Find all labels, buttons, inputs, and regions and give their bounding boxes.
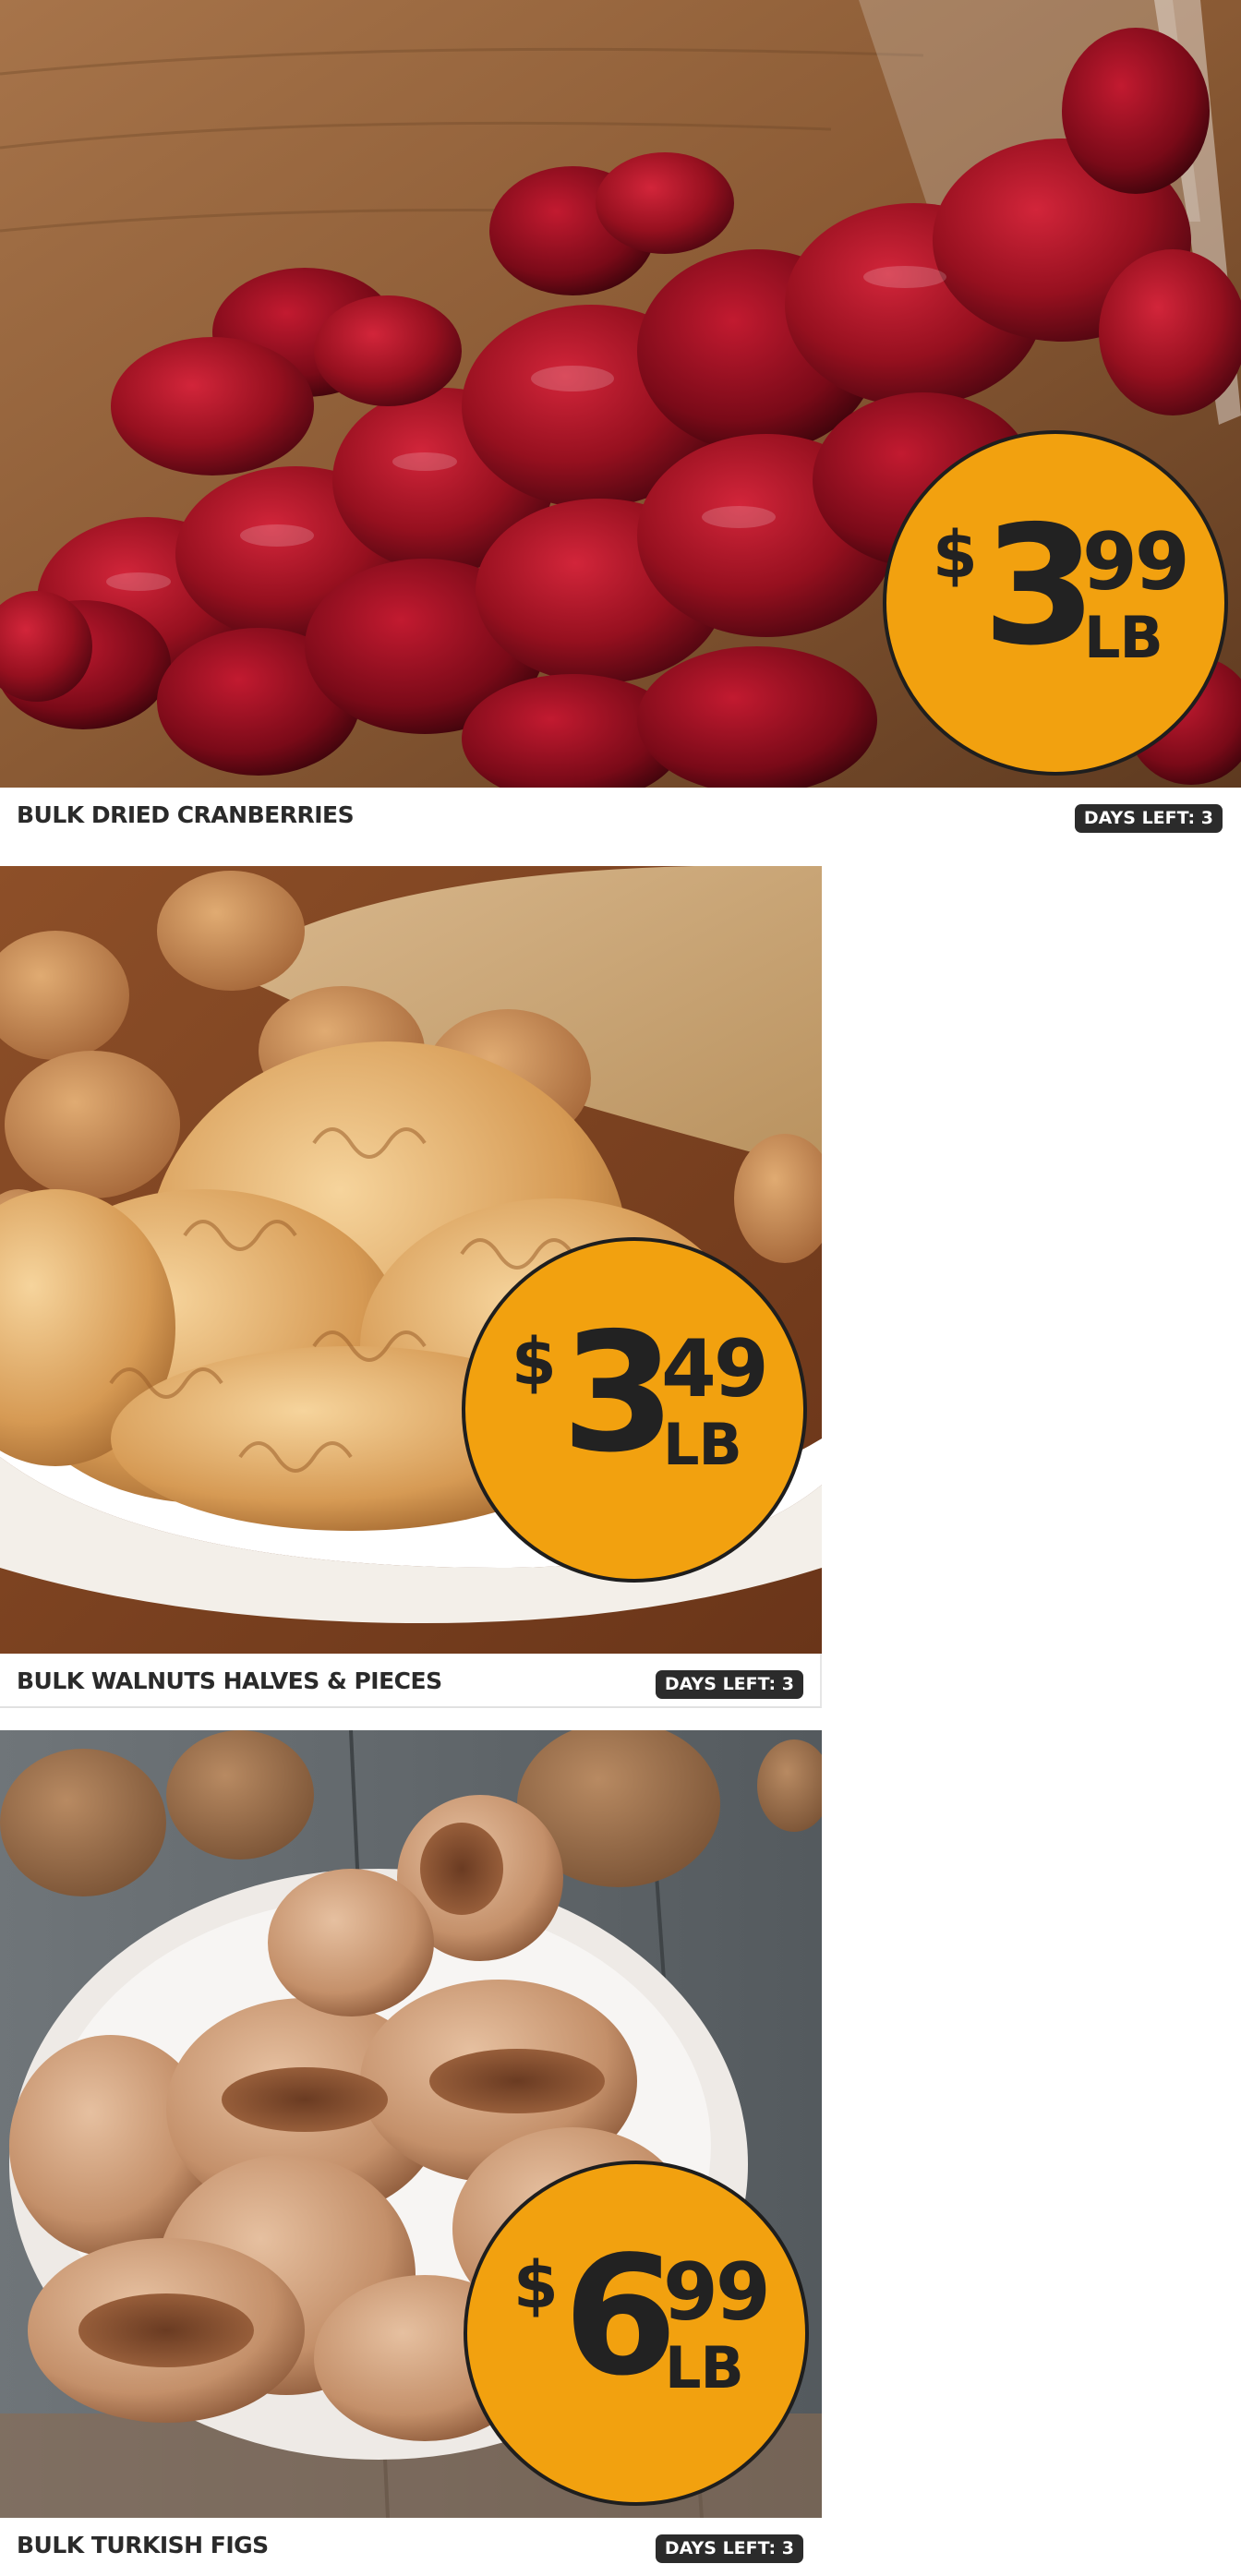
price-dollars: 6 bbox=[563, 2221, 678, 2412]
product-footer: BULK WALNUTS HALVES & PIECES DAYS LEFT: … bbox=[0, 1654, 820, 1707]
price-dollars: 3 bbox=[561, 1297, 676, 1488]
price-badge: $ 3 99 LB bbox=[883, 430, 1228, 776]
price-unit: LB bbox=[1084, 604, 1163, 671]
price-cents: 99 bbox=[663, 2246, 771, 2339]
product-name[interactable]: BULK DRIED CRANBERRIES bbox=[17, 801, 355, 828]
product-name[interactable]: BULK TURKISH FIGS bbox=[17, 2532, 269, 2558]
price-currency: $ bbox=[933, 517, 978, 593]
days-left-badge: DAYS LEFT: 3 bbox=[655, 1669, 803, 1699]
product-footer: BULK TURKISH FIGS DAYS LEFT: 3 bbox=[0, 2518, 820, 2571]
days-left-badge: DAYS LEFT: 3 bbox=[1074, 803, 1223, 833]
days-left-badge: DAYS LEFT: 3 bbox=[655, 2534, 803, 2563]
price-unit: LB bbox=[663, 1411, 742, 1478]
product-card-cranberries[interactable]: $ 3 99 LB BULK DRIED CRANBERRIES DAYS LE… bbox=[0, 0, 1241, 842]
price-cents: 49 bbox=[661, 1323, 769, 1415]
price-unit: LB bbox=[665, 2334, 744, 2401]
price-badge: $ 3 49 LB bbox=[462, 1237, 807, 1583]
product-card-walnuts[interactable]: $ 3 49 LB BULK WALNUTS HALVES & PIECES D… bbox=[0, 866, 822, 1708]
product-card-figs[interactable]: $ 6 99 LB BULK TURKISH FIGS DAYS LEFT: 3 bbox=[0, 1730, 822, 2576]
price-currency: $ bbox=[512, 1324, 557, 1400]
price-currency: $ bbox=[513, 2247, 559, 2323]
product-name[interactable]: BULK WALNUTS HALVES & PIECES bbox=[17, 1667, 442, 1694]
product-footer: BULK DRIED CRANBERRIES DAYS LEFT: 3 bbox=[0, 788, 1241, 841]
price-badge: $ 6 99 LB bbox=[464, 2161, 809, 2506]
price-cents: 99 bbox=[1082, 516, 1190, 608]
price-dollars: 3 bbox=[982, 490, 1097, 681]
